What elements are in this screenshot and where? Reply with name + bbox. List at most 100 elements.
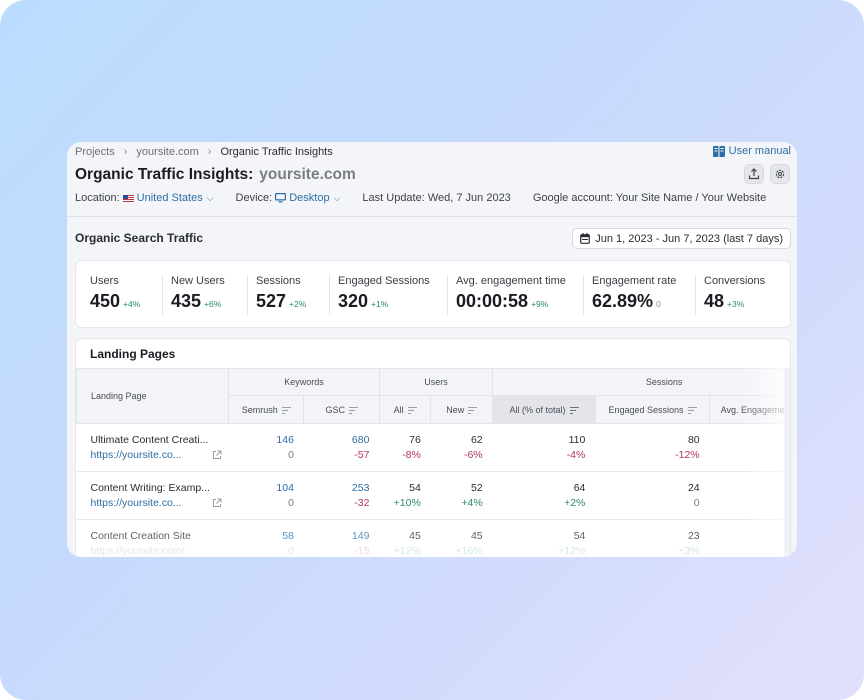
value[interactable]: 680	[304, 433, 370, 448]
engaged-sessions-cell: 80 -12%	[595, 423, 710, 472]
col-engaged-sessions[interactable]: Engaged Sessions	[594, 395, 711, 424]
col-sessions-all[interactable]: All (% of total)	[492, 395, 596, 424]
value[interactable]: 58	[228, 529, 294, 544]
metric-label: Engagement rate	[592, 275, 677, 287]
sort-icon	[281, 406, 291, 414]
delta: 0	[288, 496, 294, 509]
delta: 0	[288, 544, 294, 557]
value: 45	[409, 529, 421, 542]
metric-value: 527	[256, 291, 287, 311]
delta: -4%	[566, 448, 586, 461]
date-range-picker[interactable]: Jun 1, 2023 - Jun 7, 2023 (last 7 days)	[572, 228, 791, 249]
metric-sessions: Sessions 527 +2%	[247, 275, 329, 315]
breadcrumb-current: Organic Traffic Insights	[220, 146, 333, 158]
landing-page-cell: Ultimate Content Creati... https://yours…	[76, 423, 229, 472]
breadcrumb: Projects › yoursite.com › Organic Traffi…	[75, 146, 333, 158]
metric-engaged-sessions: Engaged Sessions 320 +1%	[329, 275, 447, 315]
page-url: https://yoursite.com/	[90, 544, 185, 557]
semrush-cell: 104 0	[228, 471, 304, 520]
value[interactable]: 149	[304, 529, 370, 544]
delta: +7	[710, 448, 790, 463]
landing-pages-title: Landing Pages	[90, 347, 176, 361]
device-dropdown[interactable]: Desktop ⌵	[275, 192, 340, 204]
page-url-link[interactable]: https://yoursite.co...	[91, 496, 223, 511]
delta: -57	[354, 448, 370, 461]
col-semrush[interactable]: Semrush	[227, 395, 305, 424]
horizontal-scroll-track[interactable]	[784, 368, 790, 557]
table-row: Ultimate Content Creati... https://yours…	[76, 423, 790, 472]
value: 110	[568, 433, 586, 446]
users-new-cell: 52 +4%	[430, 471, 493, 520]
page-name: Ultimate Content Creati...	[90, 433, 209, 446]
value[interactable]: 104	[228, 481, 294, 496]
page-title: Organic Traffic Insights:	[75, 166, 254, 183]
delta: -12%	[675, 448, 700, 461]
metric-label: Conversions	[704, 275, 766, 287]
metric-engagement-rate: Engagement rate 62.89% 0	[583, 275, 695, 315]
col-label: All	[393, 404, 404, 415]
sort-icon	[348, 406, 358, 414]
metric-value: 450	[90, 291, 121, 311]
value[interactable]: 253	[304, 481, 370, 496]
page-url-link[interactable]: https://yoursite.co...	[91, 448, 223, 463]
value: 52	[470, 481, 483, 494]
date-range-label: Jun 1, 2023 - Jun 7, 2023 (last 7 days)	[595, 232, 783, 245]
col-landing-page: Landing Page	[76, 368, 229, 424]
delta: -6%	[463, 448, 483, 461]
metric-delta: +1%	[371, 299, 389, 309]
user-manual-link[interactable]: User manual	[712, 145, 791, 157]
sessions-all-cell: 54 +12%	[492, 519, 596, 557]
gsc-cell: 149 -15	[303, 519, 380, 557]
calendar-icon	[580, 233, 591, 244]
col-users-new[interactable]: New	[430, 395, 494, 424]
col-label: New	[446, 404, 465, 415]
sort-icon	[687, 406, 697, 414]
metric-delta: +2%	[289, 299, 307, 309]
group-users: Users	[378, 368, 494, 396]
users-all-cell: 54 +10%	[379, 471, 431, 520]
page-url-link[interactable]: https://yoursite.com/	[91, 544, 223, 558]
delta: +16%	[455, 544, 483, 557]
col-avg-engagement-time[interactable]: Avg. Engagement time	[709, 395, 791, 424]
engaged-sessions-cell: 23 +3%	[595, 519, 710, 557]
sessions-all-cell: 64 +2%	[492, 471, 596, 520]
value[interactable]: 146	[228, 433, 294, 448]
user-manual-label: User manual	[728, 145, 791, 157]
external-link-icon[interactable]	[212, 450, 222, 460]
location-dropdown[interactable]: United States ⌵	[122, 192, 214, 204]
sort-icon	[569, 406, 579, 414]
delta: -8%	[402, 448, 421, 461]
chevron-right-icon: ›	[123, 146, 128, 158]
breadcrumb-projects[interactable]: Projects	[75, 146, 115, 158]
landing-pages-card: Landing Pages Landing Page Keywords User…	[75, 338, 791, 557]
page-name: Content Creation Site	[90, 529, 191, 542]
book-icon	[712, 145, 725, 157]
col-gsc[interactable]: GSC	[303, 395, 380, 424]
location-filter: Location: United States ⌵	[75, 192, 214, 204]
metric-delta: +3%	[727, 299, 745, 309]
engaged-sessions-cell: 24 0	[595, 471, 710, 520]
device-label: Device:	[235, 192, 273, 204]
value: 64	[573, 481, 586, 494]
avg-time-cell: 00:00:	[709, 471, 790, 520]
col-label: Avg. Engagement time	[720, 404, 791, 415]
page-url: https://yoursite.co...	[90, 496, 182, 509]
metrics-summary: Users 450 +4% New Users 435 +6% Sessions 5…	[75, 260, 791, 328]
metric-value: 00:00:58	[456, 291, 529, 311]
breadcrumb-site[interactable]: yoursite.com	[136, 146, 198, 158]
delta: -15	[354, 544, 370, 557]
gsc-cell: 253 -32	[303, 471, 380, 520]
page-name: Content Writing: Examp...	[90, 481, 210, 494]
settings-button[interactable]	[770, 164, 790, 184]
metric-label: Avg. engagement time	[456, 275, 566, 287]
filters-bar: Location: United States ⌵ Device: Deskto…	[75, 192, 788, 204]
col-users-all[interactable]: All	[378, 395, 432, 424]
export-button[interactable]	[744, 164, 764, 184]
delta: -32	[354, 496, 370, 509]
group-keywords: Keywords	[227, 368, 380, 396]
value: 76	[409, 433, 421, 446]
users-all-cell: 76 -8%	[379, 423, 431, 472]
device-value: Desktop	[289, 192, 330, 204]
delta: +3%	[678, 544, 700, 557]
external-link-icon[interactable]	[212, 498, 222, 508]
